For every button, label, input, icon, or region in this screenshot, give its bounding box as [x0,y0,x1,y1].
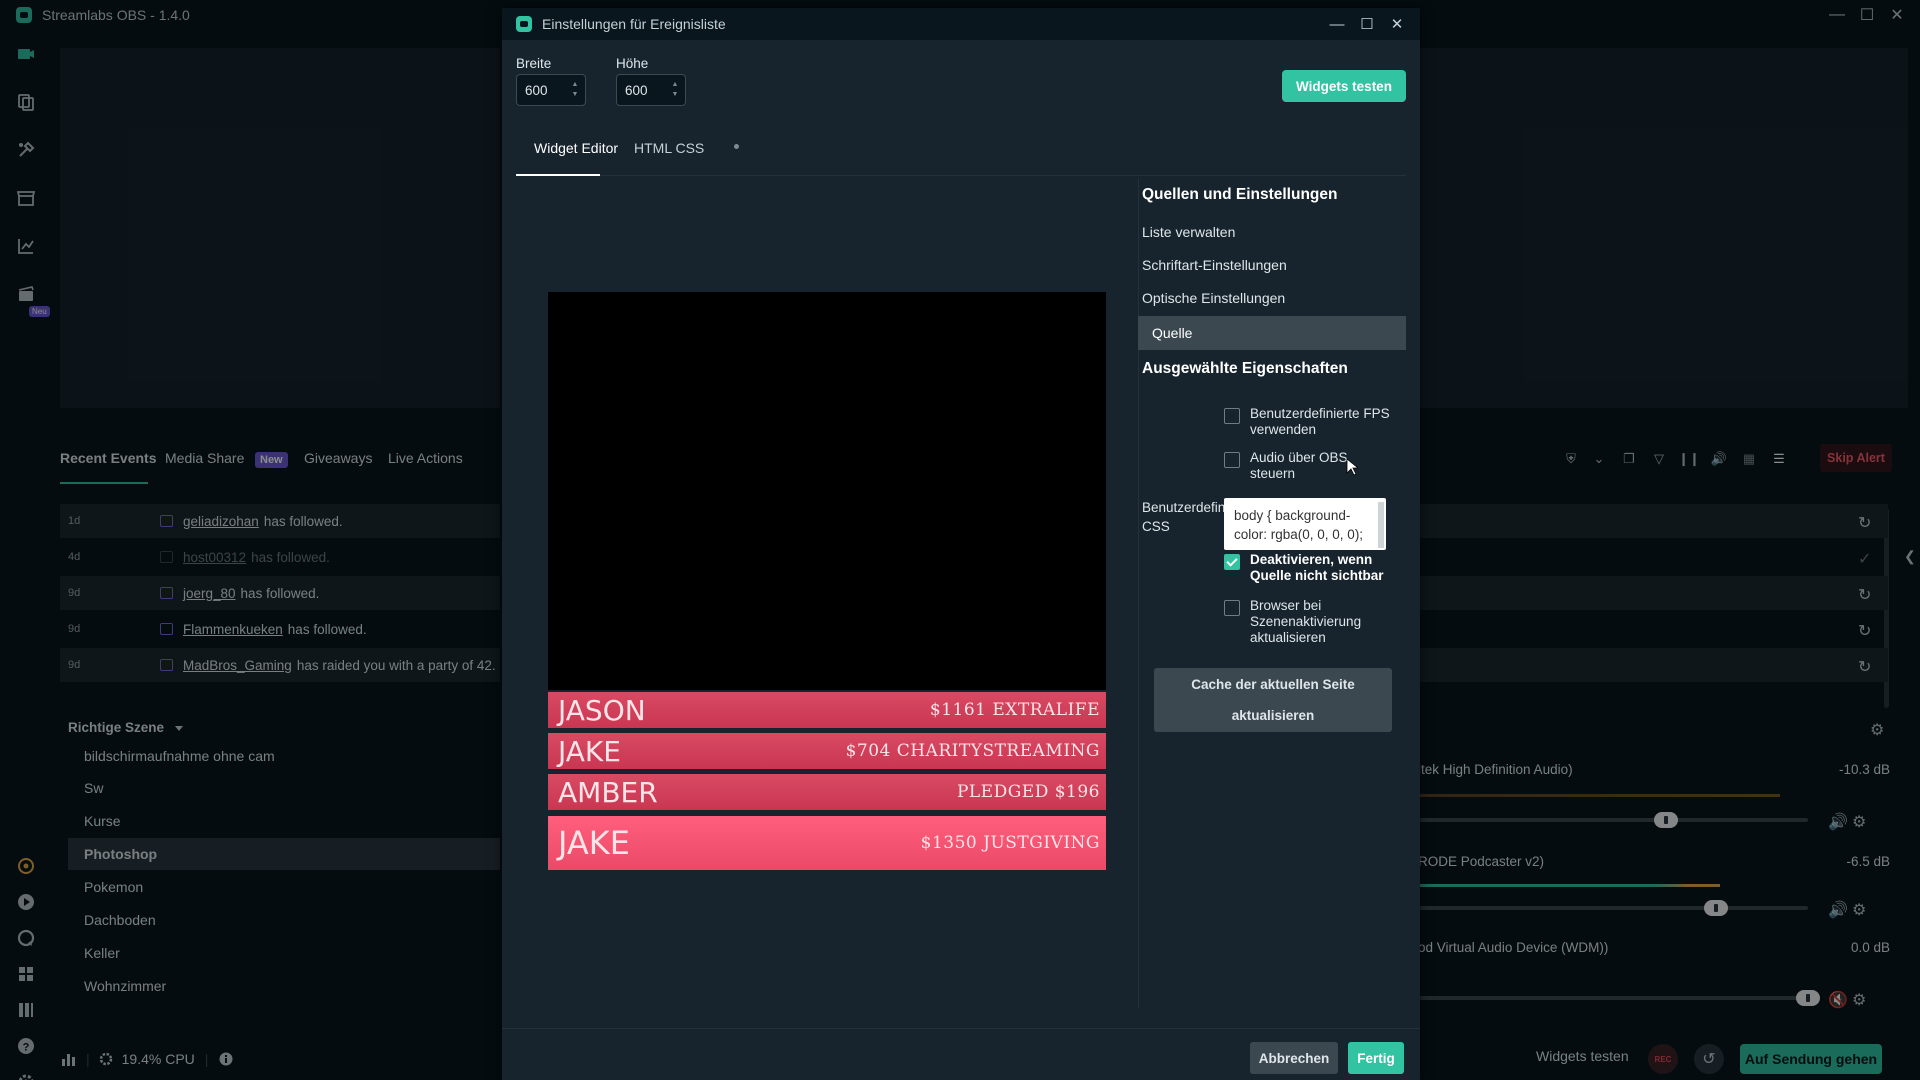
tab-html-css[interactable]: HTML CSS [634,140,704,156]
event-bar-name: JAKE [558,734,621,768]
sources-settings-heading: Quellen und Einstellungen [1142,186,1338,203]
custom-css-input[interactable]: body { background-color: rgba(0, 0, 0, 0… [1224,498,1386,550]
event-bar-name: JAKE [558,824,630,862]
refresh-on-scene-label: Browser bei Szenenaktivierung aktualisie… [1250,598,1362,645]
obs-audio-label: Audio über OBS steuern [1250,450,1348,481]
tab-widget-editor[interactable]: Widget Editor [534,140,618,156]
width-label: Breite [516,56,552,71]
unsaved-indicator-dot [734,144,739,149]
disable-when-hidden-label: Deaktivieren, wenn Quelle nicht sichtbar [1250,552,1384,583]
menu-source-selected[interactable]: Quelle [1138,316,1406,350]
dialog-title: Einstellungen für Ereignisliste [542,16,726,32]
event-bar-amount: $1350 JUSTGIVING [920,833,1100,853]
dialog-minimize-button[interactable]: — [1324,12,1350,36]
menu-font-settings[interactable]: Schriftart-Einstellungen [1142,257,1287,273]
dialog-close-button[interactable]: ✕ [1384,12,1410,36]
done-button[interactable]: Fertig [1348,1042,1404,1074]
event-bar-highlight: JAKE $1350 JUSTGIVING [548,816,1106,870]
event-bar-name: JASON [558,693,646,727]
height-label: Höhe [616,56,649,71]
event-bar: AMBER PLEDGED $196 [548,774,1106,810]
test-widgets-button[interactable]: Widgets testen [1282,70,1406,102]
refresh-cache-label-2: aktualisieren [1231,708,1315,723]
event-bar-amount: $704 CHARITYSTREAMING [845,741,1100,761]
mouse-cursor-icon [1346,458,1358,476]
dialog-maximize-button[interactable]: ☐ [1354,12,1380,36]
textarea-scrollbar[interactable] [1378,502,1384,548]
dialog-titlebar: Einstellungen für Ereignisliste — ☐ ✕ [502,8,1420,40]
width-stepper[interactable]: ▲ ▼ [570,80,580,100]
custom-fps-label: Benutzerdefinierte FPS verwenden [1250,406,1390,437]
obs-audio-checkbox[interactable] [1224,452,1240,468]
refresh-on-scene-checkbox[interactable] [1224,600,1240,616]
event-bar: JAKE $704 CHARITYSTREAMING [548,733,1106,769]
editor-tab-bar: Widget Editor HTML CSS [516,118,1406,176]
event-bar: JASON $1161 EXTRALIFE [548,692,1106,728]
menu-manage-list[interactable]: Liste verwalten [1142,224,1235,240]
custom-fps-checkbox[interactable] [1224,408,1240,424]
event-bar-name: AMBER [558,775,658,809]
streamlabs-logo-icon [516,16,532,32]
height-stepper[interactable]: ▲ ▼ [670,80,680,100]
tab-active-underline [516,174,600,176]
event-bar-amount: PLEDGED $196 [956,782,1100,802]
cancel-button[interactable]: Abbrechen [1250,1042,1338,1074]
refresh-cache-button[interactable]: Cache der aktuellen Seite aktualisieren [1154,668,1392,732]
selected-properties-heading: Ausgewählte Eigenschaften [1142,360,1348,377]
event-bar-amount: $1161 EXTRALIFE [929,700,1100,720]
menu-visual-settings[interactable]: Optische Einstellungen [1142,290,1285,306]
disable-when-hidden-checkbox[interactable] [1224,554,1240,570]
widget-preview-canvas [548,292,1106,690]
refresh-cache-label: Cache der aktuellen Seite [1191,677,1355,692]
